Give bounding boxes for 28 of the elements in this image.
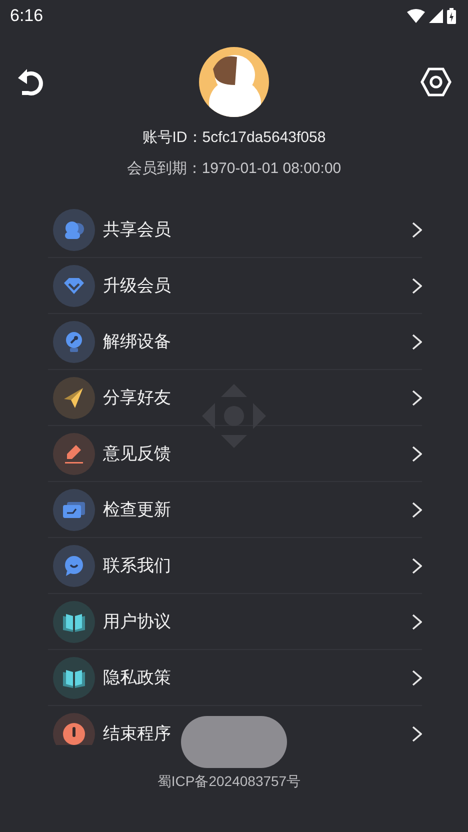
menu-item[interactable]: 解绑设备	[48, 314, 422, 370]
chevron-icon	[412, 614, 422, 630]
chevron-icon	[412, 446, 422, 462]
menu-item[interactable]: 共享会员	[48, 202, 422, 258]
menu-item[interactable]: 检查更新	[48, 482, 422, 538]
menu-item[interactable]: 用户协议	[48, 594, 422, 650]
icp-license: 蜀ICP备2024083757号	[157, 773, 301, 791]
menu-item[interactable]: 意见反馈	[48, 426, 422, 482]
floating-button[interactable]	[181, 716, 287, 768]
wifi-icon	[407, 9, 425, 23]
chevron-icon	[412, 334, 422, 350]
menu-item[interactable]: 隐私政策	[48, 650, 422, 706]
battery-icon	[447, 8, 456, 24]
chevron-icon	[412, 726, 422, 742]
signal-icon	[429, 9, 443, 23]
menu-item[interactable]: 联系我们	[48, 538, 422, 594]
membership-expiry: 会员到期：1970-01-01 08:00:00	[126, 159, 342, 178]
account-id: 账号ID：5cfc17da5643f058	[142, 128, 326, 147]
chevron-icon	[412, 278, 422, 294]
menu-item[interactable]: 升级会员	[48, 258, 422, 314]
chevron-icon	[412, 502, 422, 518]
chevron-icon	[412, 222, 422, 238]
status-time: 6:16	[10, 6, 44, 26]
chevron-icon	[412, 558, 422, 574]
exclamation-icon	[61, 720, 87, 745]
settings-button[interactable]	[420, 66, 452, 98]
chevron-icon	[412, 390, 422, 406]
chevron-icon	[412, 670, 422, 686]
